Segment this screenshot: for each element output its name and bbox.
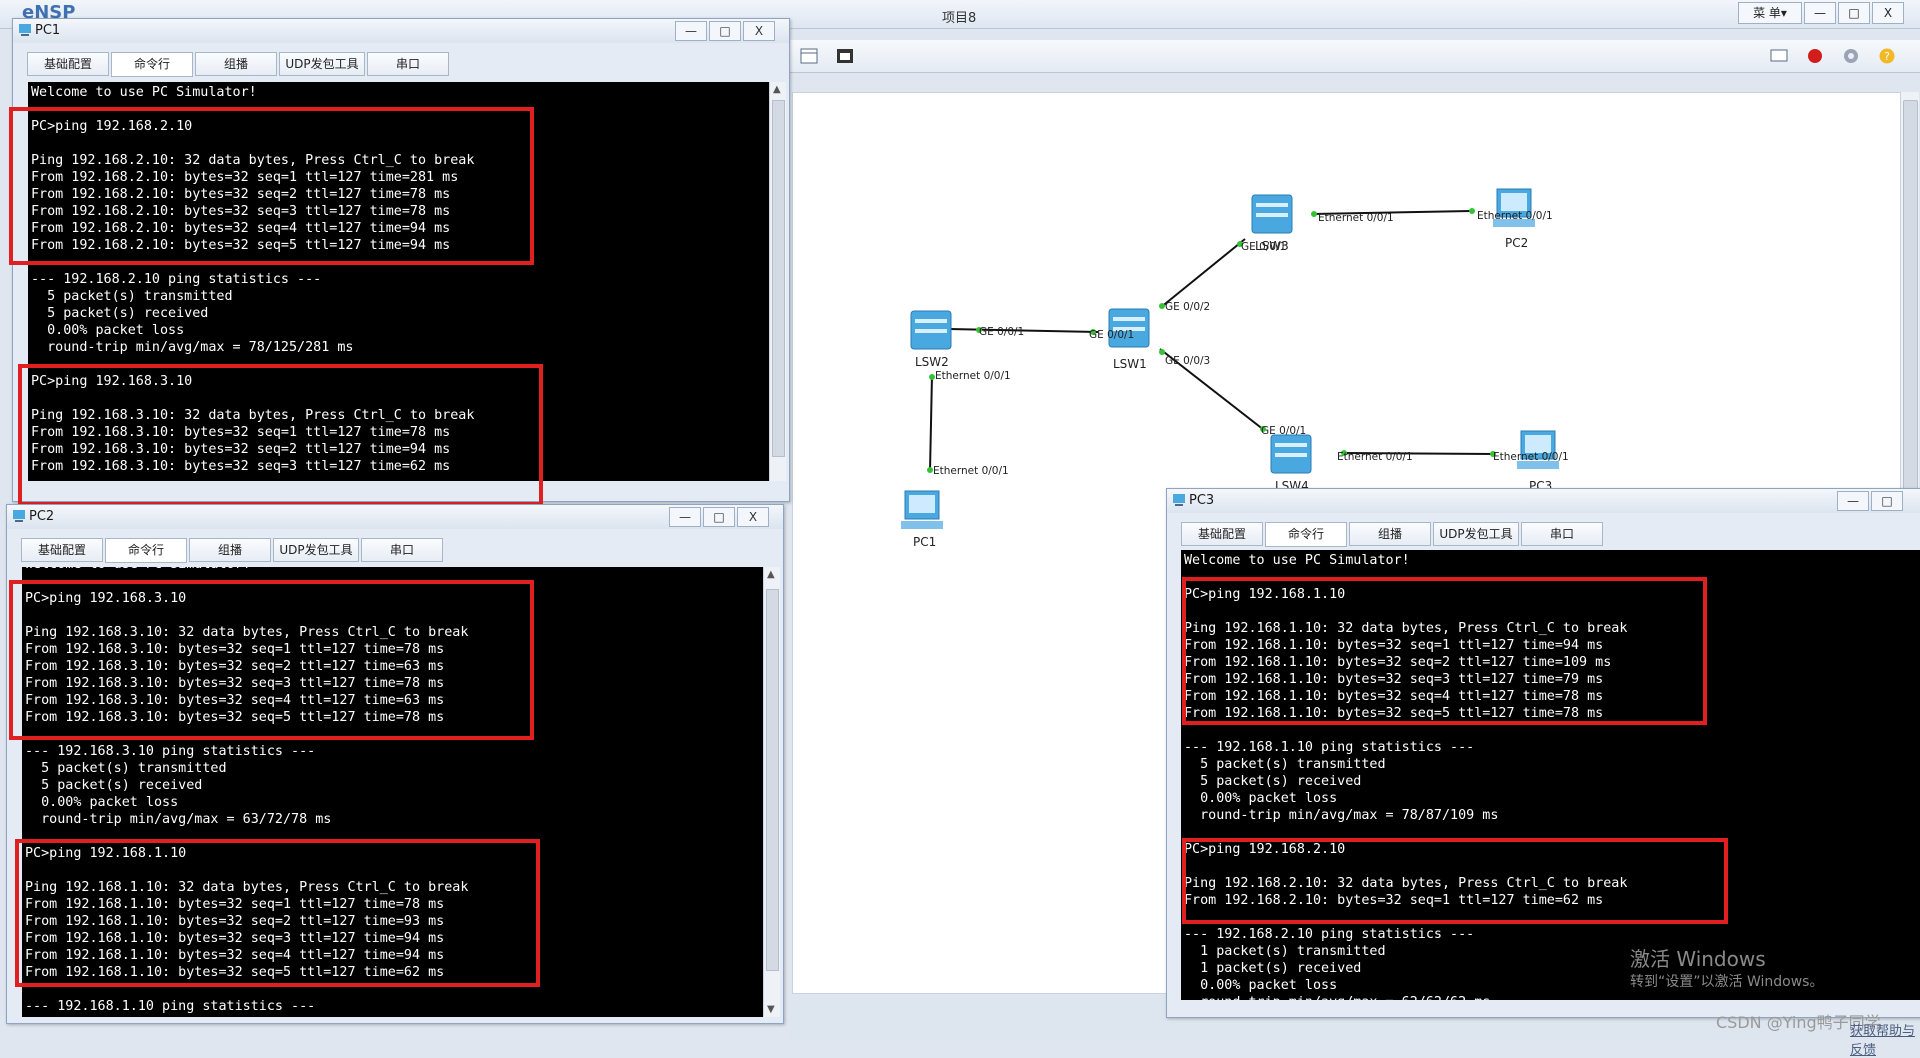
pc1-maximize-button[interactable]: □ bbox=[709, 21, 741, 41]
pc2-title-bar[interactable]: PC2 — □ X bbox=[7, 505, 783, 529]
pc3-maximize-button[interactable]: □ bbox=[1871, 491, 1903, 511]
port-label-pc1-eth: Ethernet 0/0/1 bbox=[933, 465, 1009, 477]
pc3-highlight-ping-1 bbox=[1182, 577, 1707, 725]
pc-app-icon bbox=[13, 510, 25, 522]
pc1-tab-command-line[interactable]: 命令行 bbox=[111, 52, 193, 77]
main-minimize-button[interactable]: — bbox=[1804, 2, 1836, 24]
project-title: 项目8 bbox=[942, 11, 977, 26]
pc2-tab-udp-tool[interactable]: UDP发包工具 bbox=[273, 538, 359, 562]
port-label-lsw1-ge3: GE 0/0/3 bbox=[1165, 355, 1211, 367]
pc1-scroll-thumb[interactable] bbox=[772, 100, 785, 457]
pc1-highlight-ping-2 bbox=[18, 364, 543, 506]
windows-activation-title: 激活 Windows bbox=[1630, 947, 1766, 971]
link-lsw2-pc1 bbox=[929, 374, 933, 472]
main-close-button[interactable]: X bbox=[1872, 2, 1904, 24]
pc1-tab-udp-tool[interactable]: UDP发包工具 bbox=[279, 52, 365, 76]
pc3-highlight-ping-2 bbox=[1182, 838, 1728, 924]
port-label-lsw4-eth: Ethernet 0/0/1 bbox=[1337, 451, 1413, 463]
pc2-tab-serial[interactable]: 串口 bbox=[361, 538, 443, 562]
pc1-highlight-ping-1 bbox=[9, 107, 534, 265]
port-label-lsw1-ge1: GE 0/0/1 bbox=[1089, 329, 1135, 341]
pc-app-icon bbox=[1173, 494, 1185, 506]
scroll-up-icon[interactable]: ▲ bbox=[773, 84, 781, 95]
help-feedback-link[interactable]: 获取帮助与反馈 bbox=[1850, 1020, 1920, 1058]
pc2-tab-multicast[interactable]: 组播 bbox=[189, 538, 271, 562]
main-maximize-button[interactable]: □ bbox=[1838, 2, 1870, 24]
pc2-title: PC2 bbox=[29, 509, 55, 524]
chat-icon[interactable] bbox=[1770, 47, 1788, 65]
pc3-tab-basic-config[interactable]: 基础配置 bbox=[1181, 522, 1263, 546]
port-label-lsw4-ge: GE 0/0/1 bbox=[1261, 425, 1307, 437]
pc3-minimize-button[interactable]: — bbox=[1837, 491, 1869, 511]
pc1-tab-basic-config[interactable]: 基础配置 bbox=[27, 52, 109, 76]
switch-lsw2-icon bbox=[910, 310, 952, 350]
scroll-up-icon[interactable]: ▲ bbox=[767, 569, 775, 580]
svg-text:?: ? bbox=[1884, 50, 1890, 63]
pc2-terminal-scrollbar[interactable]: ▲ ▼ bbox=[763, 567, 780, 1017]
pc2-highlight-ping-1 bbox=[9, 580, 534, 740]
scroll-down-icon[interactable]: ▼ bbox=[767, 1004, 775, 1015]
device-label-lsw1: LSW1 bbox=[1113, 357, 1147, 371]
pc1-title-bar[interactable]: PC1 — □ X bbox=[13, 19, 789, 43]
pc1-close-button[interactable]: X bbox=[743, 21, 775, 41]
pc-app-icon bbox=[19, 24, 31, 36]
pc1-tab-multicast[interactable]: 组播 bbox=[195, 52, 277, 76]
pc2-highlight-ping-2 bbox=[15, 839, 540, 987]
port-label-lsw3-ge: GE 0/0/1 bbox=[1241, 241, 1287, 253]
grid-icon[interactable] bbox=[800, 47, 818, 65]
pc2-tab-basic-config[interactable]: 基础配置 bbox=[21, 538, 103, 562]
pc2-maximize-button[interactable]: □ bbox=[703, 507, 735, 527]
gear-icon[interactable] bbox=[1842, 47, 1860, 65]
link-lsw1-lsw3 bbox=[1159, 238, 1246, 309]
pc1-tab-serial[interactable]: 串口 bbox=[367, 52, 449, 76]
switch-lsw3-icon bbox=[1251, 194, 1293, 234]
pc3-tab-serial[interactable]: 串口 bbox=[1521, 522, 1603, 546]
huawei-logo-icon[interactable] bbox=[1806, 47, 1824, 65]
help-icon[interactable]: ? bbox=[1878, 47, 1896, 65]
port-dots bbox=[927, 208, 1496, 473]
device-label-pc2: PC2 bbox=[1505, 236, 1529, 250]
port-label-lsw2-ge: GE 0/0/1 bbox=[979, 326, 1025, 338]
canvas-scroll-thumb[interactable] bbox=[1903, 100, 1918, 492]
port-label-lsw3-eth: Ethernet 0/0/1 bbox=[1318, 212, 1394, 224]
device-label-lsw2: LSW2 bbox=[915, 355, 949, 369]
pc3-tab-command-line[interactable]: 命令行 bbox=[1265, 522, 1347, 547]
pc1-window: PC1 — □ X 基础配置 命令行 组播 UDP发包工具 串口 Welcome… bbox=[9, 18, 790, 506]
pc1-icon bbox=[901, 490, 943, 529]
switch-lsw4-icon bbox=[1270, 434, 1312, 474]
pc1-title: PC1 bbox=[35, 23, 61, 38]
pc3-icon bbox=[1517, 430, 1559, 469]
port-label-pc3-eth: Ethernet 0/0/1 bbox=[1493, 451, 1569, 463]
main-toolbar: ? bbox=[790, 40, 1920, 73]
port-label-lsw2-eth: Ethernet 0/0/1 bbox=[935, 370, 1011, 382]
windows-activation-subtitle: 转到“设置”以激活 Windows。 bbox=[1630, 974, 1824, 990]
pc3-title: PC3 bbox=[1189, 493, 1215, 508]
device-label-pc1: PC1 bbox=[913, 535, 937, 549]
pc3-title-bar[interactable]: PC3 — □ bbox=[1167, 489, 1920, 513]
pc2-window: PC2 — □ X 基础配置 命令行 组播 UDP发包工具 串口 Welcome… bbox=[6, 504, 784, 1024]
pc2-close-button[interactable]: X bbox=[737, 507, 769, 527]
pc3-window: PC3 — □ 基础配置 命令行 组播 UDP发包工具 串口 Welcome t… bbox=[1166, 488, 1920, 1018]
main-menu-button[interactable]: 菜 单▾ bbox=[1738, 2, 1802, 24]
pc2-scroll-thumb[interactable] bbox=[766, 589, 779, 971]
port-label-pc2-eth: Ethernet 0/0/1 bbox=[1477, 210, 1553, 222]
pc2-tab-command-line[interactable]: 命令行 bbox=[105, 538, 187, 563]
capture-icon[interactable] bbox=[836, 47, 854, 65]
pc1-minimize-button[interactable]: — bbox=[675, 21, 707, 41]
switch-lsw1-icon bbox=[1108, 308, 1150, 348]
pc3-tab-udp-tool[interactable]: UDP发包工具 bbox=[1433, 522, 1519, 546]
pc1-terminal-scrollbar[interactable]: ▲ bbox=[769, 82, 786, 481]
pc3-tab-multicast[interactable]: 组播 bbox=[1349, 522, 1431, 546]
port-label-lsw1-ge2: GE 0/0/2 bbox=[1165, 301, 1211, 313]
pc2-minimize-button[interactable]: — bbox=[669, 507, 701, 527]
